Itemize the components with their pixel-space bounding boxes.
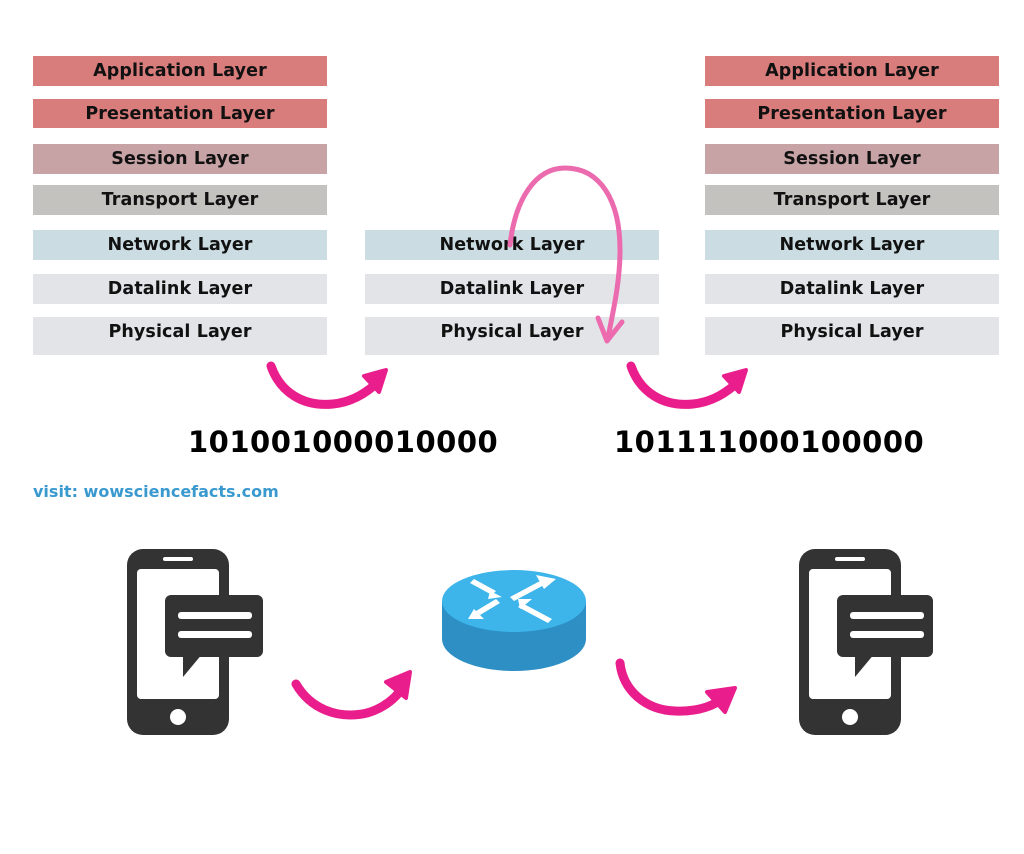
router-icon xyxy=(442,570,586,671)
receiver-smartphone-message-icon xyxy=(799,549,933,735)
curved-arrow-icon xyxy=(626,361,748,409)
sender-smartphone-message-icon xyxy=(127,549,263,735)
curved-arrow-icon xyxy=(291,670,412,720)
bitstream-router: 101111000100000 xyxy=(614,425,925,459)
curved-arrow-icon xyxy=(266,361,388,409)
curved-arrow-icon xyxy=(615,658,737,716)
bitstream-sender: 101001000010000 xyxy=(188,425,499,459)
source-link[interactable]: visit: wowsciencefacts.com xyxy=(33,482,279,501)
